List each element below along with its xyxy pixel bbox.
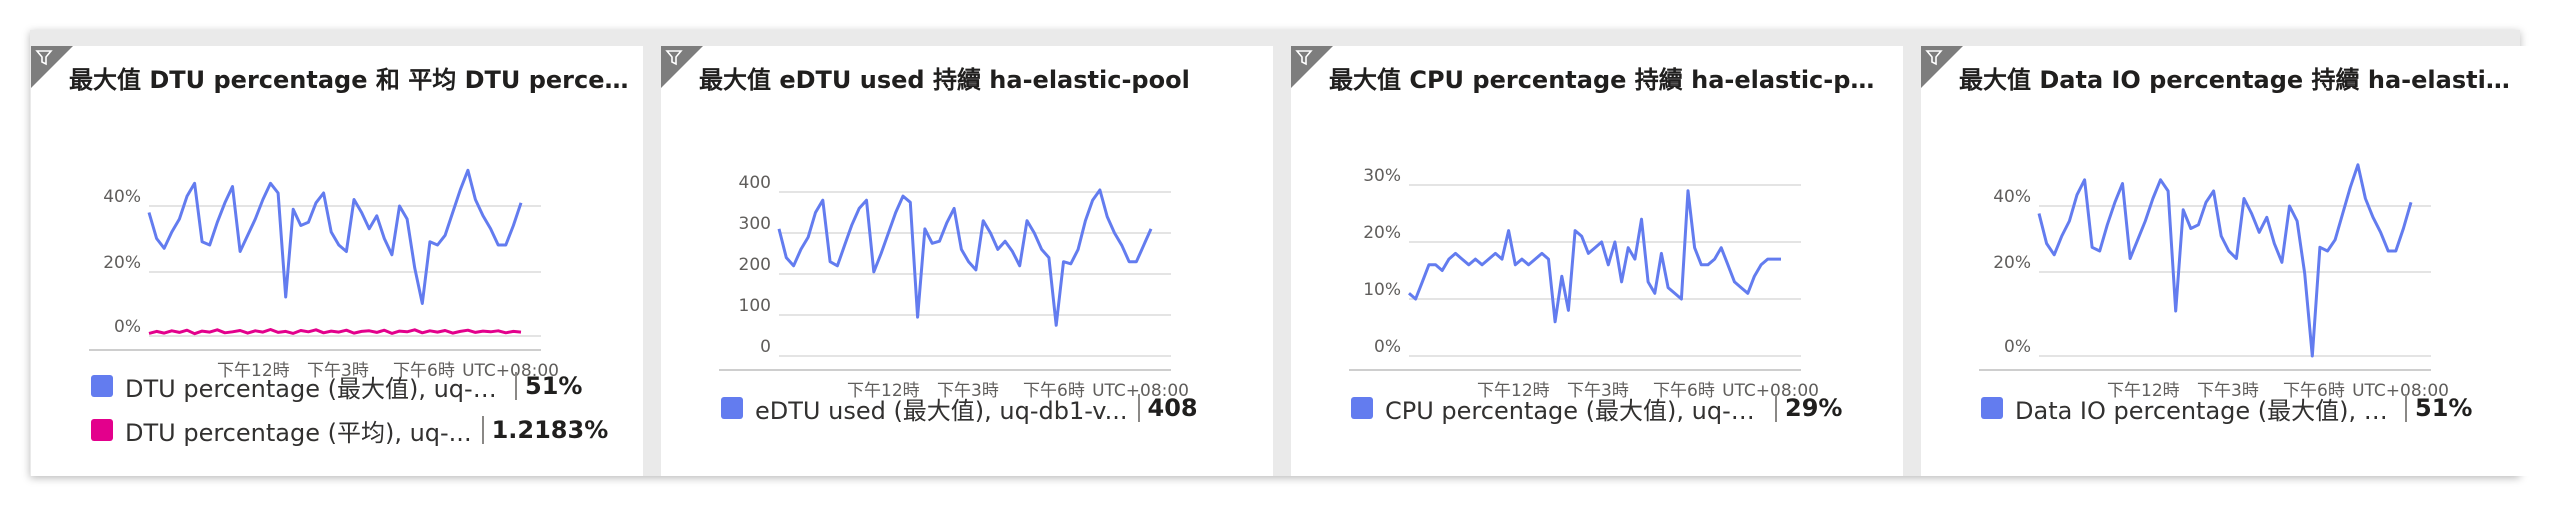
tile-title[interactable]: 最大值 eDTU used 持續 ha-elastic-pool	[699, 60, 1259, 95]
y-tick-label: 20%	[1993, 253, 2031, 273]
legend-series-value: 51%	[515, 372, 582, 400]
filter-icon	[35, 50, 53, 66]
series-line-max[interactable]	[1408, 189, 1781, 324]
legend-series-name: DTU percentage (平均), uq-...	[125, 418, 472, 447]
series-line-avg[interactable]	[148, 328, 522, 336]
legend-swatch	[1981, 397, 2003, 419]
chart-area[interactable]: 40%20%0%下午12時 下午3時 下午6時 UTC+08:00	[31, 106, 643, 406]
legend-swatch	[1351, 397, 1373, 419]
tile-title[interactable]: 最大值 DTU percentage 和 平均 DTU percen...	[69, 60, 629, 95]
y-tick-label: 400	[739, 173, 771, 193]
series-line-max[interactable]	[147, 168, 523, 305]
legend-swatch	[721, 397, 743, 419]
y-tick-label: 20%	[103, 253, 141, 273]
y-tick-label: 20%	[1363, 223, 1401, 243]
legend-item[interactable]: Data IO percentage (最大值), u... 51%	[1981, 391, 2472, 425]
y-tick-label: 40%	[1993, 187, 2031, 207]
legend-series-name: CPU percentage (最大值), uq-d...	[1385, 396, 1765, 425]
y-tick-label: 30%	[1363, 166, 1401, 186]
legend-item[interactable]: eDTU used (最大值), uq-db1-v... 408	[721, 391, 1198, 425]
y-tick-label: 100	[739, 296, 771, 316]
legend-item[interactable]: CPU percentage (最大值), uq-d... 29%	[1351, 391, 1842, 425]
series-line-max[interactable]	[777, 188, 1153, 327]
metric-tile-1[interactable]: 最大值 DTU percentage 和 平均 DTU percen... 40%…	[31, 46, 643, 476]
y-tick-label: 300	[739, 214, 771, 234]
y-tick-label: 40%	[103, 187, 141, 207]
legend-item[interactable]: DTU percentage (最大值), uq-d... 51%	[91, 369, 582, 403]
y-tick-label: 0%	[1374, 337, 1401, 357]
legend-series-name: eDTU used (最大值), uq-db1-v...	[755, 396, 1128, 425]
legend-swatch	[91, 419, 113, 441]
legend-series-value: 29%	[1775, 394, 1842, 422]
y-tick-label: 10%	[1363, 280, 1401, 300]
y-tick-label: 0%	[114, 317, 141, 337]
legend-series-name: Data IO percentage (最大值), u...	[2015, 396, 2395, 425]
series-line-max[interactable]	[2037, 163, 2413, 358]
filter-icon	[1925, 50, 1943, 66]
legend-series-name: DTU percentage (最大值), uq-d...	[125, 374, 505, 403]
chart-area[interactable]: 40%20%0%下午12時 下午3時 下午6時 UTC+08:00	[1921, 106, 2533, 406]
filter-icon	[665, 50, 683, 66]
legend-swatch	[91, 375, 113, 397]
tile-title[interactable]: 最大值 Data IO percentage 持續 ha-elastic-...	[1959, 60, 2519, 95]
y-tick-label: 0	[760, 337, 771, 357]
y-tick-label: 200	[739, 255, 771, 275]
legend-series-value: 51%	[2405, 394, 2472, 422]
filter-icon	[1295, 50, 1313, 66]
metric-tile-3[interactable]: 最大值 CPU percentage 持續 ha-elastic-pool 30%…	[1291, 46, 1903, 476]
legend-item[interactable]: DTU percentage (平均), uq-... 1.2183%	[91, 413, 608, 447]
y-tick-label: 0%	[2004, 337, 2031, 357]
legend-series-value: 1.2183%	[481, 416, 608, 444]
chart-area[interactable]: 30%20%10%0%下午12時 下午3時 下午6時 UTC+08:00	[1291, 106, 1903, 406]
metric-tile-4[interactable]: 最大值 Data IO percentage 持續 ha-elastic-...…	[1921, 46, 2533, 476]
metric-tile-2[interactable]: 最大值 eDTU used 持續 ha-elastic-pool 400 300 20…	[661, 46, 1273, 476]
tile-title[interactable]: 最大值 CPU percentage 持續 ha-elastic-pool	[1329, 60, 1889, 95]
legend-series-value: 408	[1137, 394, 1198, 422]
chart-area[interactable]: 4003002001000下午12時 下午3時 下午6時 UTC+08:00	[661, 106, 1273, 406]
